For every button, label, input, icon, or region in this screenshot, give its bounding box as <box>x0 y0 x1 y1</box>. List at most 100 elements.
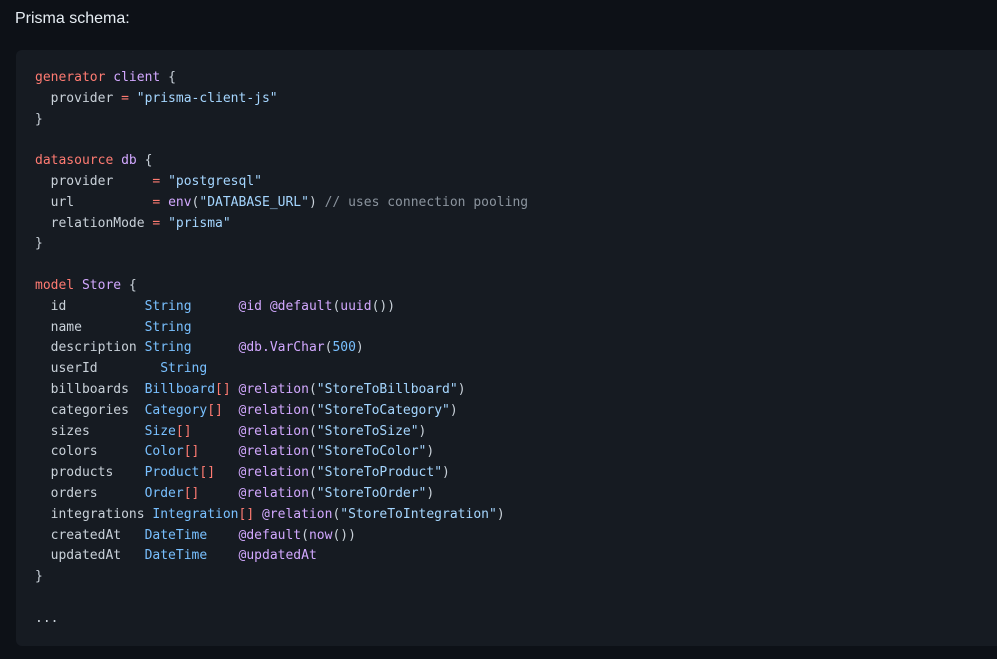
code-token: @relation <box>238 444 309 460</box>
code-token: String <box>144 340 192 356</box>
code-token: @relation <box>238 402 309 418</box>
code-token: "StoreToSize" <box>316 423 419 439</box>
code-token: Billboard <box>144 381 216 397</box>
code-line: name String <box>35 318 528 339</box>
code-token: ( <box>308 402 317 418</box>
code-token: { <box>136 153 153 169</box>
code-line: description String @db.VarChar(500) <box>35 338 528 359</box>
code-token: ( <box>301 527 309 543</box>
code-token: @id <box>238 298 262 314</box>
code-token: ) <box>426 485 435 501</box>
code-token: userId <box>35 361 161 377</box>
code-token: "StoreToCategory" <box>316 402 450 418</box>
code-line: id String @id @default(uuid()) <box>35 297 528 318</box>
code-line: categories Category[] @relation("StoreTo… <box>35 401 528 422</box>
code-token: "postgresql" <box>168 173 262 189</box>
code-token: client <box>113 70 161 85</box>
code-token: "DATABASE_URL" <box>199 194 309 210</box>
code-line: ... <box>35 609 528 630</box>
code-line: updatedAt DateTime @updatedAt <box>35 546 528 567</box>
code-line: colors Color[] @relation("StoreToColor") <box>35 442 528 463</box>
code-token: ( <box>308 381 317 397</box>
code-block[interactable]: generator client { provider = "prisma-cl… <box>16 50 997 646</box>
code-token: createdAt <box>35 527 145 543</box>
code-token: @relation <box>261 506 333 522</box>
code-token: provider <box>35 173 153 189</box>
code-line: } <box>35 567 528 588</box>
code-token: Integration <box>152 506 239 522</box>
code-line: datasource db { <box>35 151 528 172</box>
code-token: "prisma" <box>168 215 231 231</box>
code-token: 500 <box>332 340 356 356</box>
code-token: ) <box>418 423 427 439</box>
code-line: createdAt DateTime @default(now()) <box>35 526 528 547</box>
code-token: description <box>35 340 145 356</box>
code-token: model <box>35 277 75 293</box>
code-token: billboards <box>35 381 145 397</box>
code-token: = <box>121 90 129 106</box>
code-token: "StoreToOrder" <box>316 485 427 501</box>
code-token: [] <box>238 506 255 522</box>
code-token: ) <box>496 506 505 522</box>
code-token: "prisma-client-js" <box>136 90 278 106</box>
code-token: Category <box>144 402 208 418</box>
code-token: @updatedAt <box>238 548 317 564</box>
code-token: [] <box>183 485 200 501</box>
code-line: relationMode = "prisma" <box>35 214 528 235</box>
code-token: ( <box>308 465 317 481</box>
section-heading: Prisma schema: <box>15 10 130 27</box>
code-token: Store <box>81 277 122 293</box>
code-token: "StoreToIntegration" <box>340 506 497 522</box>
code-token: Product <box>144 465 200 481</box>
code-token: String <box>160 361 208 377</box>
code-token: ) <box>355 340 364 356</box>
code-line: provider = "postgresql" <box>35 172 528 193</box>
code-content[interactable]: generator client { provider = "prisma-cl… <box>35 68 528 630</box>
code-token: Size <box>144 423 176 439</box>
code-token: colors <box>35 444 145 460</box>
code-token: [] <box>183 444 200 460</box>
code-token: "StoreToColor" <box>316 444 427 460</box>
code-token: @relation <box>238 485 309 501</box>
code-token: [] <box>199 465 216 481</box>
code-token: @relation <box>238 465 309 481</box>
code-line: userId String <box>35 359 528 380</box>
code-token: { <box>160 70 176 85</box>
code-token: ) <box>308 194 325 210</box>
code-token: categories <box>35 402 145 418</box>
code-line: } <box>35 234 528 255</box>
code-token: generator <box>35 70 106 85</box>
code-token: @default <box>238 527 302 543</box>
code-token: ( <box>308 444 317 460</box>
code-token: ) <box>426 444 435 460</box>
code-token: Color <box>144 444 184 460</box>
code-token: String <box>144 298 192 314</box>
code-token: // uses connection pooling <box>324 194 529 210</box>
code-token: String <box>144 319 192 335</box>
code-token: { <box>121 277 137 293</box>
code-line: model Store { <box>35 276 528 297</box>
code-line: } <box>35 110 528 131</box>
code-token: ... <box>35 610 59 626</box>
code-token: [] <box>175 423 192 439</box>
code-token: updatedAt <box>35 548 145 564</box>
code-line: provider = "prisma-client-js" <box>35 89 528 110</box>
code-token: DateTime <box>144 527 208 543</box>
